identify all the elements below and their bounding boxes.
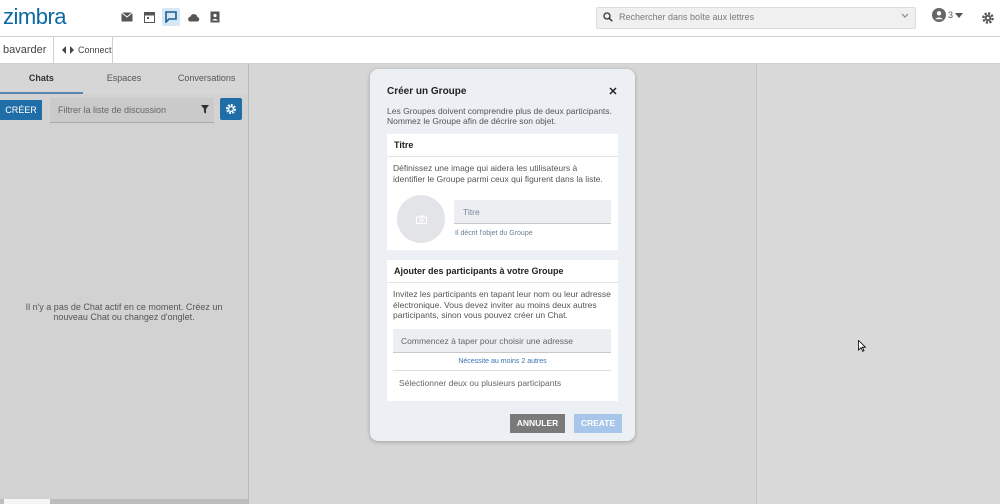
contacts-icon[interactable] [206,8,224,26]
group-title-input[interactable]: Titre [454,200,611,224]
title-card: Titre Définissez une image qui aidera le… [387,134,618,250]
close-icon[interactable] [609,87,617,95]
avatar-icon [932,8,946,22]
participants-card-header: Ajouter des participants à votre Groupe [387,260,618,283]
chat-filter-placeholder: Filtrer la liste de discussion [58,105,167,115]
chat-settings-button[interactable] [220,98,242,120]
create-button[interactable]: CREATE [574,414,622,433]
zimbra-logo[interactable]: zimbra [3,4,67,30]
search-icon [603,12,613,22]
chevron-down-icon[interactable] [901,13,909,19]
tab-conversations[interactable]: Conversations [165,64,248,94]
group-image-picker[interactable] [397,195,445,243]
sub-bar: bavarder Connect [0,37,1000,64]
panel-bottom-strip [0,499,248,504]
participants-card: Ajouter des participants à votre Groupe … [387,260,618,401]
participants-placeholder: Commencez à taper pour choisir une adres… [401,336,573,346]
top-bar: zimbra Rechercher dans boîte aux lettres… [0,0,1000,37]
group-title-help: Il décrit l'objet du Groupe [455,230,533,237]
title-card-text: Définissez une image qui aidera les util… [393,163,603,184]
participants-help: Nécessite au moins 2 autres [458,358,547,365]
title-card-header: Titre [387,134,618,157]
module-title: bavarder [3,44,47,56]
connect-button[interactable]: Connect [53,37,113,63]
cloud-icon[interactable] [184,8,202,26]
tab-chats[interactable]: Chats [0,64,83,94]
participants-input[interactable]: Commencez à taper pour choisir une adres… [393,329,611,353]
participants-selection-label: Sélectionner deux ou plusieurs participa… [399,378,562,388]
dialog-title: Créer un Groupe [387,86,467,97]
camera-icon [415,215,427,224]
tab-spaces[interactable]: Espaces [83,64,166,94]
group-title-placeholder: Titre [463,207,480,217]
participants-divider [393,370,611,371]
chat-tabs: Chats Espaces Conversations [0,64,248,94]
user-name: 3 [948,10,954,20]
dialog-description: Les Groupes doivent comprendre plus de d… [387,106,612,126]
user-menu[interactable]: 3 [932,8,964,22]
search-input[interactable]: Rechercher dans boîte aux lettres [619,12,754,22]
chat-list-panel: Chats Espaces Conversations CRÉER Filtre… [0,64,249,504]
mouse-cursor-icon [858,340,866,352]
settings-gear-icon[interactable] [981,11,995,25]
gear-icon [226,104,236,114]
empty-chat-message: Il n'y a pas de Chat actif en ce moment.… [25,302,223,322]
participants-card-text: Invitez les participants en tapant leur … [393,289,611,320]
chat-icon[interactable] [162,8,180,26]
connect-arrows-icon [62,46,74,54]
chat-filter-input[interactable]: Filtrer la liste de discussion [50,98,214,123]
caret-down-icon [955,12,964,18]
cancel-button[interactable]: ANNULER [510,414,565,433]
search-box[interactable]: Rechercher dans boîte aux lettres [596,7,916,29]
app-switcher [118,8,224,26]
mail-icon[interactable] [118,8,136,26]
right-area [756,64,1000,504]
create-chat-button[interactable]: CRÉER [0,100,42,120]
connect-label: Connect [78,45,112,55]
calendar-icon[interactable] [140,8,158,26]
create-group-dialog: Créer un Groupe Les Groupes doivent comp… [370,69,635,441]
filter-icon[interactable] [201,105,209,114]
